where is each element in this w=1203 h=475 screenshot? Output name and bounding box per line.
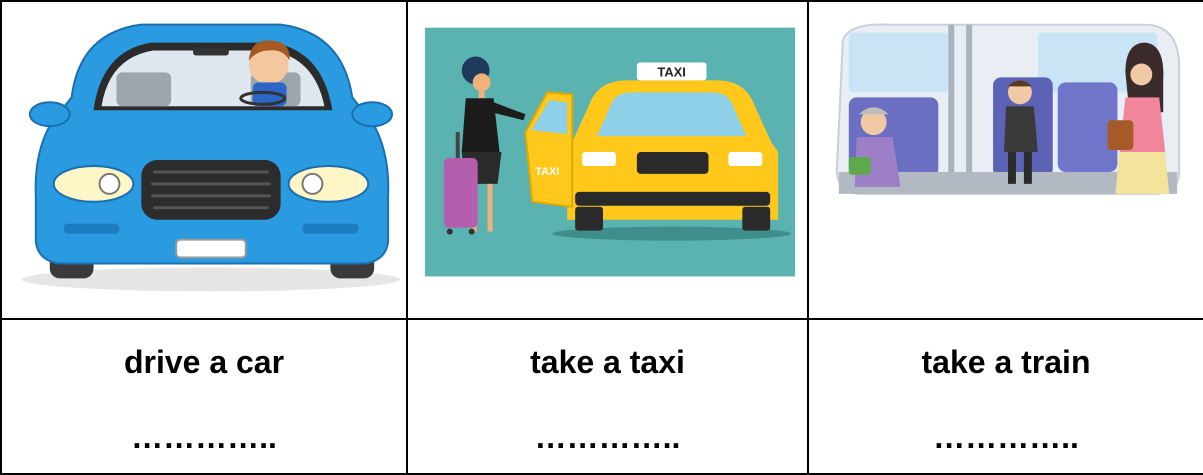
train-picture-cell xyxy=(807,0,1203,320)
card-car: drive a car ………….. xyxy=(0,318,408,475)
phrase-take-a-taxi: take a taxi xyxy=(530,344,685,380)
card-taxi: take a taxi ………….. xyxy=(406,318,809,475)
label-row: drive a car ………….. take a taxi ………….. ta… xyxy=(0,318,1203,475)
picture-row: TAXI TAXI xyxy=(0,0,1203,320)
taxi-picture-cell: TAXI TAXI xyxy=(406,0,809,320)
vocabulary-table: TAXI TAXI drive a car ………….. take a taxi… xyxy=(0,0,1203,475)
worksheet: TAXI TAXI drive a car ………….. take a taxi… xyxy=(0,0,1203,475)
taxi-roof-sign: TAXI xyxy=(657,64,685,79)
phrase-take-a-train: take a train xyxy=(921,344,1091,380)
card-train: take a train ………….. xyxy=(807,318,1203,475)
answer-blank[interactable]: ………….. xyxy=(809,419,1203,456)
answer-blank[interactable]: ………….. xyxy=(408,419,807,456)
answer-blank[interactable]: ………….. xyxy=(2,419,406,456)
taxi-illustration: TAXI TAXI xyxy=(424,27,796,277)
phrase-drive-a-car: drive a car xyxy=(123,344,285,380)
train-illustration xyxy=(835,23,1181,195)
taxi-door-text: TAXI xyxy=(535,166,559,178)
car-picture-cell xyxy=(0,0,408,320)
car-illustration xyxy=(21,23,401,292)
